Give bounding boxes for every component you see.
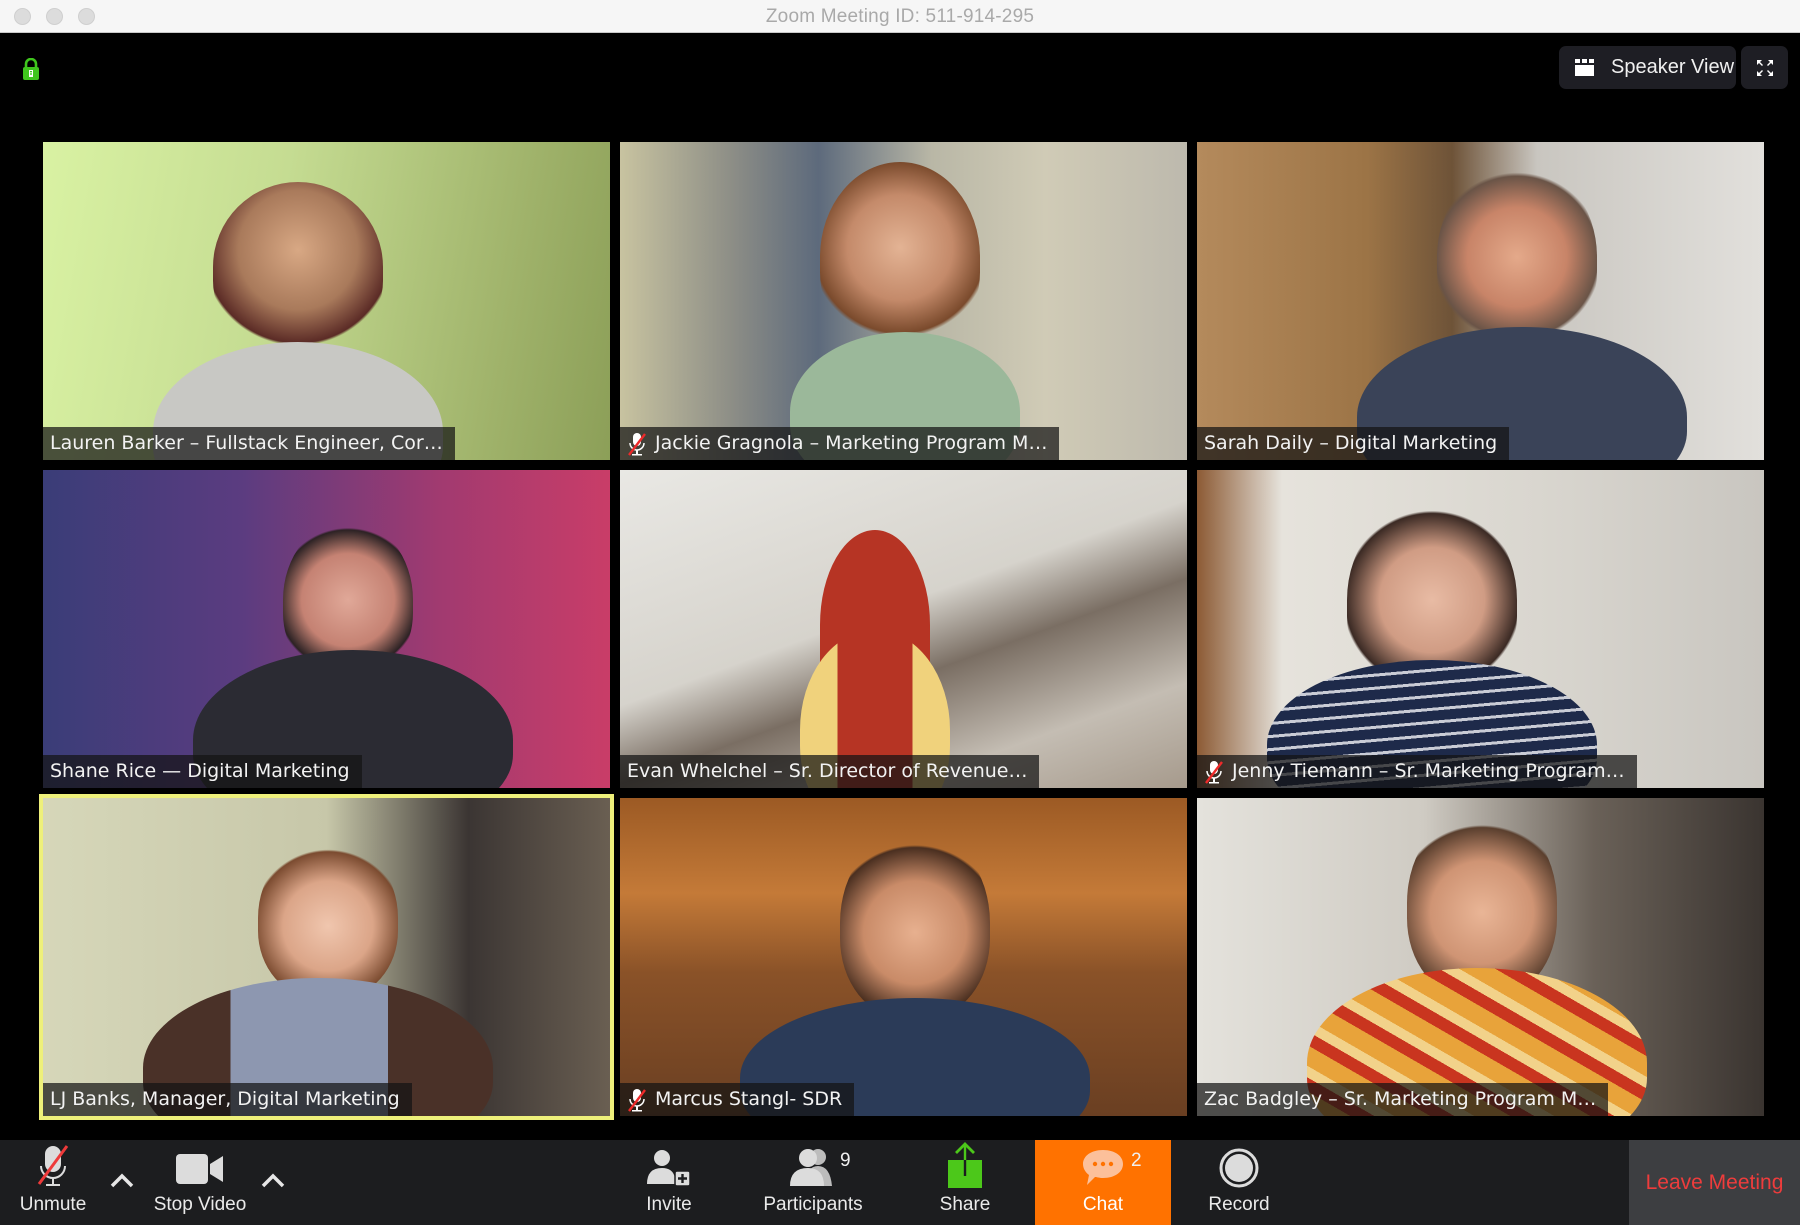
participant-video: [213, 182, 383, 352]
participants-button[interactable]: Participants: [758, 1140, 868, 1225]
video-tile[interactable]: Shane Rice — Digital Marketing: [43, 470, 610, 788]
chat-label: Chat: [1082, 1194, 1124, 1215]
participant-name: Zac Badgley – Sr. Marketing Program M…: [1204, 1088, 1597, 1110]
video-tile[interactable]: Lauren Barker – Fullstack Engineer, Cor…: [43, 142, 610, 460]
lock-icon[interactable]: [22, 58, 40, 80]
chat-unread-count: 2: [1131, 1150, 1142, 1171]
participant-name: Shane Rice — Digital Marketing: [50, 760, 350, 782]
participant-video: [258, 838, 398, 998]
muted-microphone-icon: [37, 1145, 69, 1186]
share-screen-icon: [948, 1142, 982, 1188]
gallery-view: Speaker View Lauren Barker – Fullstack E…: [0, 34, 1800, 1140]
participant-name: Jackie Gragnola – Marketing Program M…: [655, 432, 1048, 454]
participant-name-label: Lauren Barker – Fullstack Engineer, Cor…: [43, 427, 455, 460]
video-camera-icon: [176, 1154, 223, 1184]
muted-microphone-icon: [628, 432, 646, 456]
invite-button[interactable]: Invite: [629, 1140, 709, 1225]
participant-name-label: Zac Badgley – Sr. Marketing Program M…: [1197, 1083, 1609, 1116]
video-tile[interactable]: Jenny Tiemann – Sr. Marketing Program…: [1197, 470, 1764, 788]
participant-name: Jenny Tiemann – Sr. Marketing Program…: [1232, 760, 1625, 782]
invite-user-icon: [647, 1150, 691, 1187]
fullscreen-icon: [1756, 59, 1773, 76]
participants-label: Participants: [763, 1194, 863, 1215]
video-options-caret-icon[interactable]: [259, 1168, 287, 1192]
participant-video: [820, 162, 980, 352]
participant-name-label: Jackie Gragnola – Marketing Program M…: [620, 427, 1060, 460]
participant-name-label: Jenny Tiemann – Sr. Marketing Program…: [1197, 755, 1637, 788]
participant-name-label: LJ Banks, Manager, Digital Marketing: [43, 1083, 412, 1116]
participants-icon: [790, 1149, 832, 1186]
video-tile-active-speaker[interactable]: LJ Banks, Manager, Digital Marketing: [39, 794, 614, 1120]
participant-video: [840, 828, 990, 1018]
participant-name: Evan Whelchel – Sr. Director of Revenue…: [627, 760, 1028, 782]
unmute-button[interactable]: Unmute: [13, 1140, 93, 1225]
record-button[interactable]: Record: [1199, 1140, 1279, 1225]
participant-name-label: Marcus Stangl- SDR: [620, 1083, 855, 1116]
participant-name-label: Sarah Daily – Digital Marketing: [1197, 427, 1510, 460]
video-tile[interactable]: Evan Whelchel – Sr. Director of Revenue…: [620, 470, 1187, 788]
meeting-toolbar: Unmute Stop Video Invite Participants 9 …: [0, 1140, 1800, 1225]
stop-video-label: Stop Video: [153, 1194, 247, 1215]
participant-name: LJ Banks, Manager, Digital Marketing: [50, 1088, 400, 1110]
video-tile[interactable]: Sarah Daily – Digital Marketing: [1197, 142, 1764, 460]
leave-meeting-button[interactable]: Leave Meeting: [1629, 1140, 1800, 1225]
video-tile[interactable]: Jackie Gragnola – Marketing Program M…: [620, 142, 1187, 460]
window-titlebar: Zoom Meeting ID: 511-914-295: [0, 0, 1800, 33]
window-title: Zoom Meeting ID: 511-914-295: [765, 6, 1035, 27]
stop-video-button[interactable]: Stop Video: [145, 1140, 255, 1225]
participant-name: Sarah Daily – Digital Marketing: [1204, 432, 1498, 454]
leave-meeting-label: Leave Meeting: [1645, 1170, 1784, 1194]
participant-name: Lauren Barker – Fullstack Engineer, Cor…: [50, 432, 443, 454]
chat-button[interactable]: Chat: [1035, 1140, 1171, 1225]
speaker-view-button[interactable]: Speaker View: [1559, 46, 1736, 89]
record-label: Record: [1208, 1194, 1270, 1215]
fullscreen-button[interactable]: [1741, 46, 1788, 89]
participant-video: [1437, 162, 1597, 352]
participant-name: Marcus Stangl- SDR: [655, 1088, 843, 1110]
record-icon: [1219, 1148, 1259, 1188]
speaker-view-label: Speaker View: [1611, 56, 1735, 78]
invite-label: Invite: [646, 1194, 692, 1215]
participant-name-label: Shane Rice — Digital Marketing: [43, 755, 362, 788]
muted-microphone-icon: [1205, 760, 1223, 784]
muted-microphone-icon: [628, 1088, 646, 1112]
share-label: Share: [939, 1194, 991, 1215]
participant-name-label: Evan Whelchel – Sr. Director of Revenue…: [620, 755, 1040, 788]
audio-options-caret-icon[interactable]: [108, 1168, 136, 1192]
chat-bubble-icon: [1083, 1150, 1123, 1185]
unmute-label: Unmute: [19, 1194, 87, 1215]
participants-count: 9: [840, 1150, 851, 1171]
video-tile[interactable]: Marcus Stangl- SDR: [620, 798, 1187, 1116]
grid-icon: [1575, 59, 1594, 76]
video-tile[interactable]: Zac Badgley – Sr. Marketing Program M…: [1197, 798, 1764, 1116]
share-screen-button[interactable]: Share: [925, 1140, 1005, 1225]
